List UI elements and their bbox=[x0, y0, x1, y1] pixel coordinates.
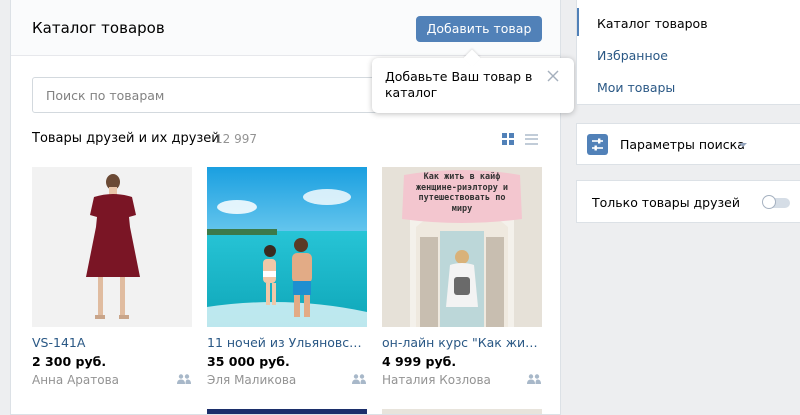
product-seller[interactable]: Наталия Козлова bbox=[382, 373, 491, 387]
close-icon[interactable] bbox=[546, 69, 560, 83]
friends-icon bbox=[527, 374, 541, 384]
section-title: Товары друзей и их друзей bbox=[32, 131, 220, 146]
product-title[interactable]: он-лайн курс "Как жить в кайф женщине-ри… bbox=[382, 335, 542, 350]
grid-view-icon[interactable] bbox=[502, 133, 515, 146]
menu-item-favorites[interactable]: Избранное bbox=[597, 48, 668, 63]
tooltip-text: Добавьте Ваш товар в каталог bbox=[385, 69, 533, 100]
search-input[interactable]: Поиск по товарам bbox=[32, 77, 392, 113]
menu-item-my-products[interactable]: Мои товары bbox=[597, 80, 675, 95]
product-image[interactable] bbox=[207, 167, 367, 327]
add-product-tooltip: Добавьте Ваш товар в каталог bbox=[372, 49, 574, 113]
product-seller[interactable]: Эля Маликова bbox=[207, 373, 296, 387]
only-friends-label: Только товары друзей bbox=[592, 195, 740, 210]
chevron-down-icon bbox=[739, 143, 747, 147]
active-indicator bbox=[577, 8, 579, 36]
friends-icon bbox=[352, 374, 366, 384]
search-placeholder: Поиск по товарам bbox=[46, 88, 165, 103]
params-label: Параметры поиска bbox=[620, 137, 745, 152]
catalog-menu: Каталог товаров Избранное Мои товары bbox=[576, 0, 800, 105]
product-price: 35 000 руб. bbox=[207, 354, 290, 369]
product-image[interactable] bbox=[32, 167, 192, 327]
page-title: Каталог товаров bbox=[32, 19, 165, 37]
only-friends-filter: Только товары друзей bbox=[576, 180, 800, 223]
friends-icon bbox=[177, 374, 191, 384]
product-image-caption: Как жить в кайф женщине-риэлтору и путеш… bbox=[415, 172, 509, 214]
params-icon bbox=[587, 134, 608, 155]
search-params-toggle[interactable]: Параметры поиска bbox=[576, 123, 800, 165]
product-seller[interactable]: Анна Аратова bbox=[32, 373, 119, 387]
product-price: 4 999 руб. bbox=[382, 354, 457, 369]
product-image[interactable]: Как жить в кайф женщине-риэлтору и путеш… bbox=[382, 167, 542, 327]
catalog-header: Каталог товаров Добавить товар bbox=[11, 0, 560, 56]
product-image[interactable] bbox=[207, 409, 367, 414]
toggle-knob bbox=[762, 195, 776, 209]
product-image[interactable] bbox=[382, 409, 542, 414]
product-price: 2 300 руб. bbox=[32, 354, 107, 369]
product-title[interactable]: VS-141A bbox=[32, 335, 192, 350]
section-count: 12 997 bbox=[215, 132, 257, 146]
menu-item-catalog[interactable]: Каталог товаров bbox=[597, 16, 708, 31]
list-view-icon[interactable] bbox=[525, 133, 538, 146]
only-friends-toggle[interactable] bbox=[762, 195, 790, 209]
add-product-button[interactable]: Добавить товар bbox=[416, 16, 542, 42]
product-title[interactable]: 11 ночей из Ульяновска! bbox=[207, 335, 367, 350]
